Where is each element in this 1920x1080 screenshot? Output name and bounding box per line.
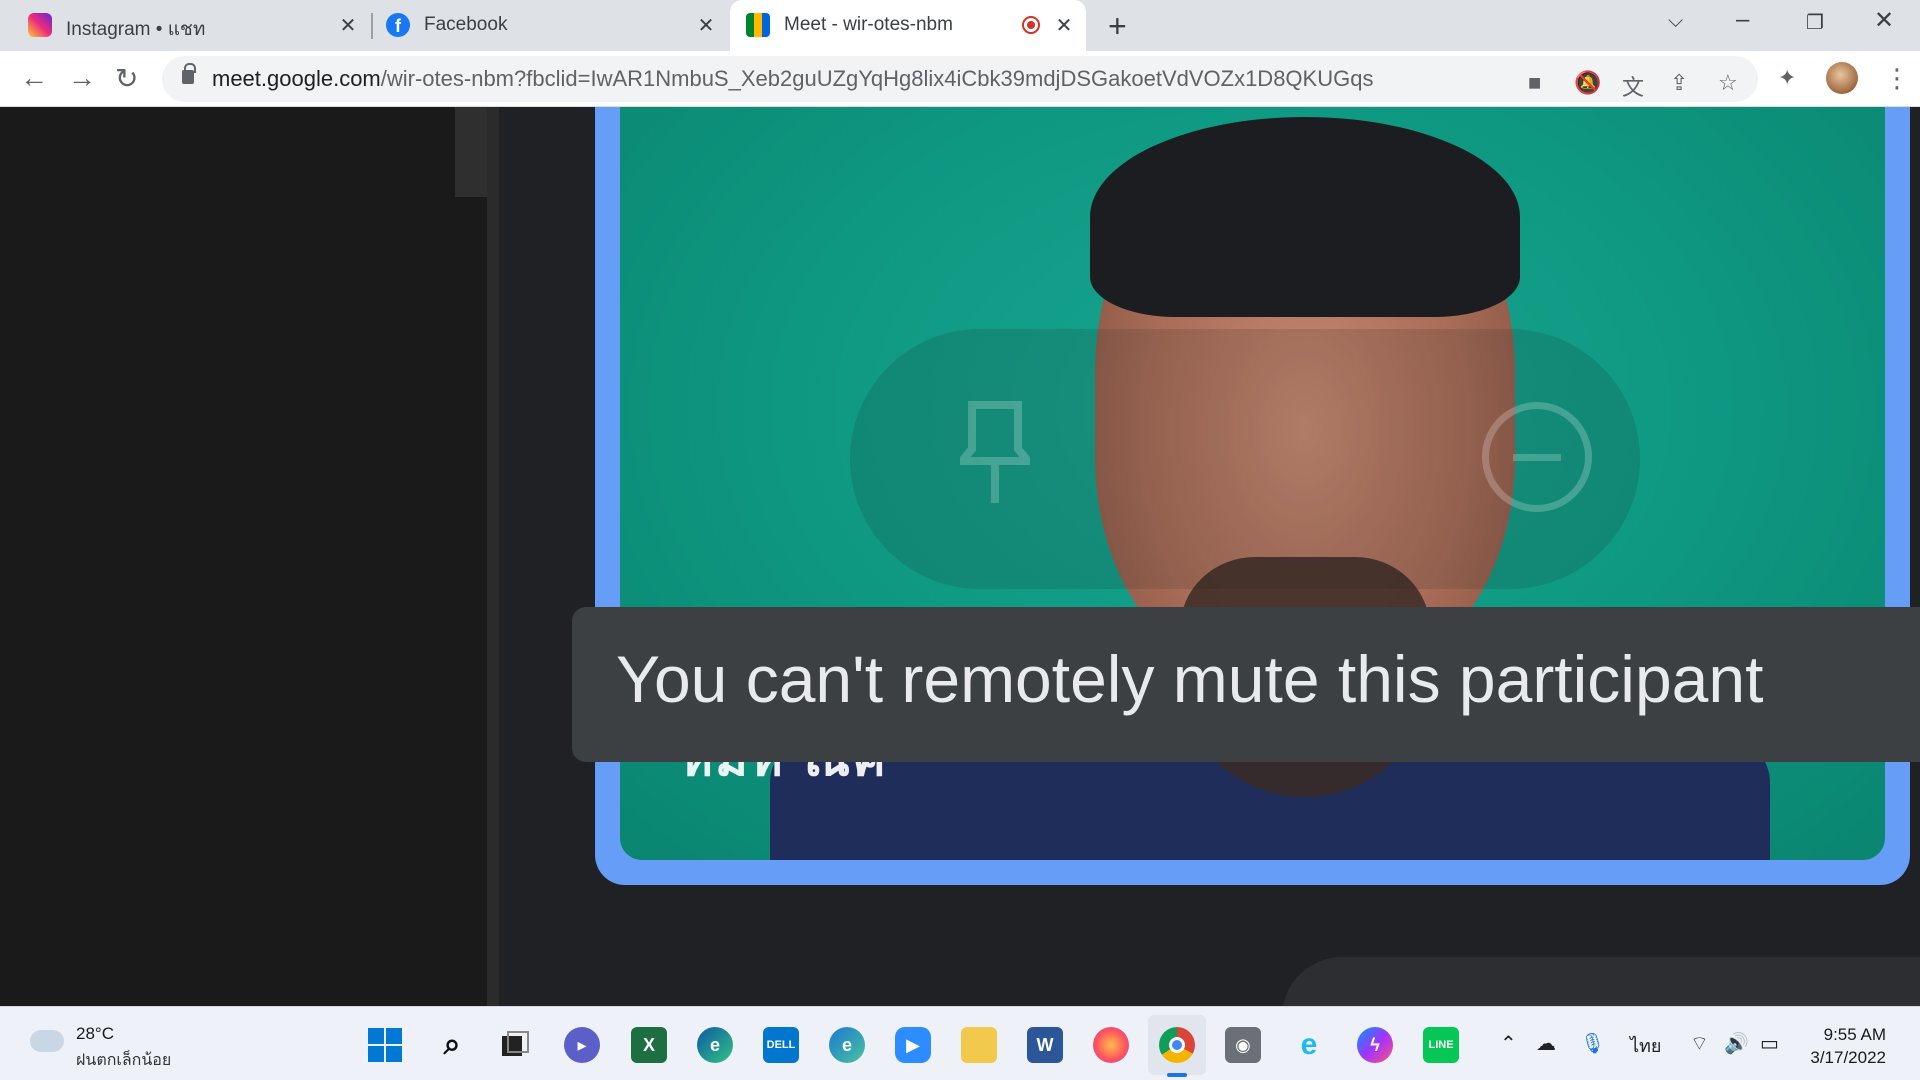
wifi-icon[interactable]: ⌔ bbox=[1690, 1031, 1709, 1056]
tab-search-icon[interactable]: ⌵ bbox=[1668, 10, 1683, 33]
url-text: meet.google.com/wir-otes-nbm?fbclid=IwAR… bbox=[212, 66, 1373, 92]
tab-strip: Instagram • แชท ✕ f Facebook ✕ Meet - wi… bbox=[0, 0, 1920, 51]
scrollbar[interactable] bbox=[487, 107, 499, 1006]
menu-icon[interactable]: ⋮ bbox=[1884, 63, 1910, 94]
camera-in-use-icon[interactable]: ■ bbox=[1528, 70, 1541, 96]
translate-icon[interactable]: 文 bbox=[1622, 70, 1644, 102]
back-button[interactable]: ← bbox=[20, 62, 48, 94]
forward-button[interactable]: → bbox=[68, 62, 96, 94]
weather-description[interactable]: ฝนตกเล็กน้อย bbox=[76, 1048, 171, 1073]
weather-temperature[interactable]: 28°C bbox=[76, 1024, 114, 1044]
scroll-thumb[interactable] bbox=[455, 107, 487, 197]
tab-title: Facebook bbox=[424, 14, 508, 35]
tab-meet[interactable]: Meet - wir-otes-nbm ✕ bbox=[730, 0, 1086, 51]
participant-hair bbox=[1090, 117, 1520, 317]
minimize-button[interactable]: – bbox=[1736, 6, 1749, 34]
share-icon[interactable]: ⇪ bbox=[1670, 70, 1688, 96]
chrome-icon[interactable] bbox=[1159, 1027, 1195, 1077]
word-icon[interactable]: W bbox=[1027, 1027, 1063, 1063]
extensions-icon[interactable]: ✦ bbox=[1778, 65, 1796, 91]
system-clock[interactable]: 9:55 AM 3/17/2022 bbox=[1810, 1023, 1886, 1069]
snackbar-message: You can't remotely mute this participant bbox=[616, 642, 1764, 716]
close-window-button[interactable]: ✕ bbox=[1874, 6, 1894, 35]
search-icon[interactable]: ⌕ bbox=[434, 1027, 470, 1063]
address-bar[interactable]: meet.google.com/wir-otes-nbm?fbclid=IwAR… bbox=[162, 56, 1758, 102]
close-tab-icon[interactable]: ✕ bbox=[1052, 13, 1076, 38]
pin-icon[interactable] bbox=[960, 397, 1030, 507]
snackbar: You can't remotely mute this participant bbox=[572, 607, 1920, 762]
close-tab-icon[interactable]: ✕ bbox=[694, 13, 718, 38]
tab-facebook[interactable]: f Facebook ✕ bbox=[374, 0, 726, 51]
notifications-blocked-icon[interactable]: 🔕 bbox=[1574, 70, 1601, 96]
firefox-icon[interactable] bbox=[1093, 1027, 1129, 1063]
line-icon[interactable]: LINE bbox=[1423, 1027, 1459, 1063]
tab-instagram[interactable]: Instagram • แชท ✕ bbox=[0, 0, 370, 51]
edge-icon[interactable]: e bbox=[697, 1027, 733, 1063]
restore-button[interactable]: ❐ bbox=[1806, 10, 1824, 35]
bookmark-star-icon[interactable]: ☆ bbox=[1718, 70, 1738, 96]
side-panel bbox=[0, 107, 487, 1006]
facebook-icon: f bbox=[386, 13, 410, 37]
teams-chat-icon[interactable]: ▸ bbox=[564, 1027, 600, 1063]
tab-divider bbox=[371, 13, 373, 39]
file-explorer-icon[interactable] bbox=[961, 1027, 997, 1063]
battery-icon[interactable]: ▭ bbox=[1760, 1031, 1779, 1056]
meet-stage: ห็ม่ห ิณ็ค You can't remotely mute this … bbox=[0, 107, 1920, 1077]
recording-icon bbox=[1022, 16, 1040, 34]
camera-app-icon[interactable]: ◉ bbox=[1225, 1027, 1261, 1063]
dell-icon[interactable]: DELL bbox=[763, 1027, 799, 1063]
lock-icon[interactable] bbox=[182, 63, 196, 84]
browser-toolbar: ← → ↻ meet.google.com/wir-otes-nbm?fbcli… bbox=[0, 51, 1920, 107]
profile-avatar[interactable] bbox=[1826, 62, 1858, 94]
messenger-icon[interactable]: ϟ bbox=[1357, 1027, 1393, 1063]
participant-tile[interactable]: ห็ม่ห ิณ็ค bbox=[595, 107, 1910, 885]
zoom-icon[interactable]: ▶ bbox=[895, 1027, 931, 1063]
screen: Instagram • แชท ✕ f Facebook ✕ Meet - wi… bbox=[0, 0, 1920, 1080]
google-meet-icon bbox=[746, 13, 770, 37]
edge-beta-icon[interactable]: e bbox=[829, 1027, 865, 1063]
internet-explorer-icon[interactable]: e bbox=[1291, 1027, 1327, 1063]
weather-cloud-icon[interactable] bbox=[30, 1030, 64, 1052]
clock-date: 3/17/2022 bbox=[1810, 1048, 1886, 1067]
close-tab-icon[interactable]: ✕ bbox=[336, 13, 360, 38]
task-view-icon[interactable] bbox=[497, 1027, 533, 1063]
tab-title: Instagram • แชท bbox=[66, 19, 206, 40]
reload-button[interactable]: ↻ bbox=[115, 62, 138, 95]
windows-start-icon[interactable] bbox=[367, 1027, 403, 1063]
microphone-icon[interactable]: 🎙 bbox=[1580, 1031, 1605, 1056]
excel-icon[interactable]: X bbox=[631, 1027, 667, 1063]
volume-icon[interactable]: 🔊 bbox=[1724, 1031, 1749, 1056]
windows-taskbar: 28°C ฝนตกเล็กน้อย ⌕ ▸ X e DELL e ▶ W ◉ e… bbox=[0, 1006, 1920, 1080]
instagram-icon bbox=[28, 13, 52, 37]
url-host: meet.google.com bbox=[212, 66, 381, 91]
url-path: /wir-otes-nbm?fbclid=IwAR1NmbuS_Xeb2guUZ… bbox=[380, 66, 1374, 91]
show-hidden-icons-icon[interactable]: ⌃ bbox=[1500, 1031, 1517, 1056]
onedrive-icon[interactable]: ☁ bbox=[1536, 1031, 1556, 1056]
tab-title: Meet - wir-otes-nbm bbox=[784, 14, 953, 35]
clock-time: 9:55 AM bbox=[1823, 1025, 1886, 1044]
new-tab-button[interactable]: + bbox=[1108, 8, 1127, 45]
input-language[interactable]: ไทย bbox=[1630, 1031, 1661, 1060]
remove-participant-icon[interactable] bbox=[1482, 402, 1592, 512]
